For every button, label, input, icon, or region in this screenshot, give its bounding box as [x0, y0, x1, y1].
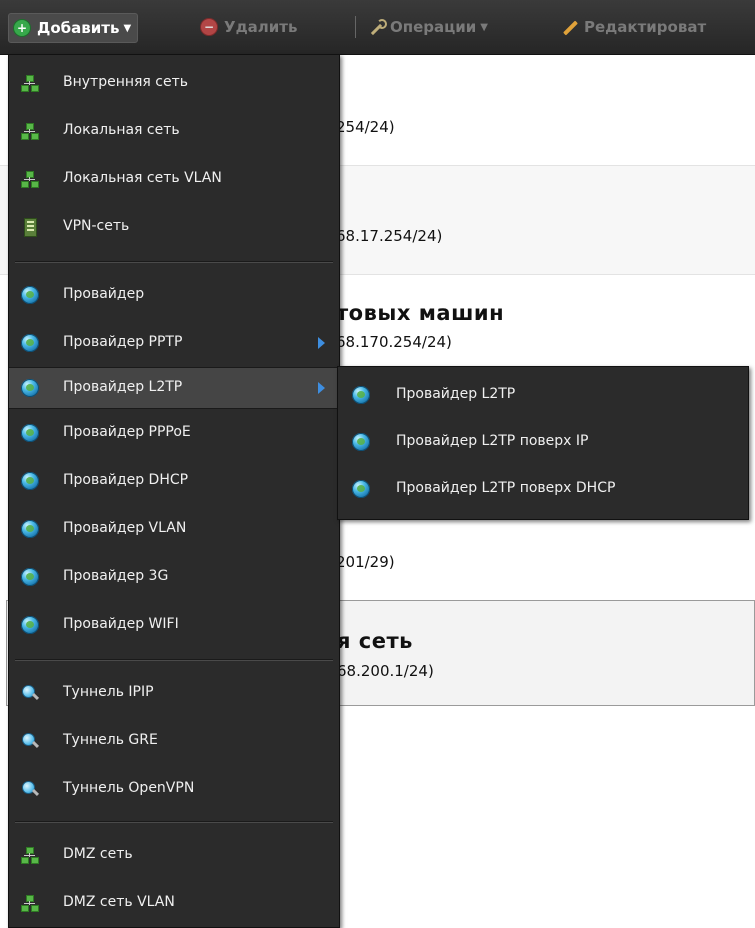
globe-icon — [21, 472, 39, 490]
edit-button[interactable]: Редактироват — [562, 14, 706, 40]
globe-icon — [352, 433, 370, 451]
menu-item-label: Локальная сеть — [63, 122, 180, 138]
tunnel-icon — [21, 780, 40, 798]
menu-item-local-network-vlan[interactable]: Локальная сеть VLAN — [9, 161, 339, 197]
menu-item-provider-pptp[interactable]: Провайдер PPTP — [9, 325, 339, 361]
menu-item-label: Туннель OpenVPN — [63, 780, 195, 796]
wrench-icon — [368, 19, 387, 35]
menu-item-provider-3g[interactable]: Провайдер 3G — [9, 559, 339, 595]
menu-item-dmz-network[interactable]: DMZ сеть — [9, 837, 339, 873]
vpn-icon — [21, 218, 39, 237]
submenu-arrow-icon — [318, 382, 325, 394]
menu-item-label: Провайдер 3G — [63, 568, 169, 584]
add-button[interactable]: + Добавить ▼ — [8, 13, 139, 43]
menu-item-provider-l2tp[interactable]: Провайдер L2TP — [9, 367, 339, 409]
chevron-down-icon: ▼ — [123, 22, 132, 34]
delete-icon: − — [200, 18, 218, 36]
menu-separator — [15, 659, 333, 661]
network-icon — [21, 74, 39, 92]
submenu-item-l2tp-over-dhcp[interactable]: Провайдер L2TP поверх DHCP — [338, 471, 748, 507]
menu-item-label: DMZ сеть VLAN — [63, 894, 175, 910]
network-icon — [21, 846, 39, 864]
globe-icon — [21, 334, 39, 352]
globe-icon — [21, 568, 39, 586]
l2tp-submenu: Провайдер L2TP Провайдер L2TP поверх IP … — [337, 366, 749, 520]
menu-item-label: VPN-сеть — [63, 218, 130, 234]
tunnel-icon — [21, 732, 40, 750]
menu-item-internal-network[interactable]: Внутренняя сеть — [9, 65, 339, 101]
menu-item-label: Провайдер DHCP — [63, 472, 189, 488]
add-button-label: Добавить — [37, 19, 120, 37]
delete-button[interactable]: − Удалить — [200, 14, 297, 40]
network-icon — [21, 894, 39, 912]
chevron-down-icon: ▼ — [480, 21, 488, 33]
submenu-item-l2tp-over-ip[interactable]: Провайдер L2TP поверх IP — [338, 424, 748, 460]
globe-icon — [21, 379, 39, 397]
globe-icon — [21, 286, 39, 304]
menu-item-label: Локальная сеть VLAN — [63, 170, 222, 186]
menu-item-local-network[interactable]: Локальная сеть — [9, 113, 339, 149]
menu-item-provider-dhcp[interactable]: Провайдер DHCP — [9, 463, 339, 499]
toolbar: + Добавить ▼ − Удалить Операции ▼ Редакт… — [0, 0, 755, 55]
submenu-arrow-icon — [318, 337, 325, 349]
network-title: я сеть — [337, 629, 413, 653]
globe-icon — [352, 386, 370, 404]
add-menu: Внутренняя сеть Локальная сеть Локальная… — [8, 54, 340, 928]
menu-separator — [15, 261, 333, 263]
menu-item-label: Внутренняя сеть — [63, 74, 189, 90]
network-address: 254/24) — [336, 118, 395, 136]
menu-item-dmz-network-vlan[interactable]: DMZ сеть VLAN — [9, 885, 339, 921]
menu-item-label: Провайдер VLAN — [63, 520, 187, 536]
network-address: 68.200.1/24) — [337, 662, 434, 680]
operations-button-label: Операции — [390, 18, 477, 36]
menu-item-label: DMZ сеть — [63, 846, 133, 862]
network-address: 68.170.254/24) — [336, 333, 452, 351]
network-icon — [21, 122, 39, 140]
menu-item-label: Туннель IPIP — [63, 684, 154, 700]
menu-item-label: Провайдер WIFI — [63, 616, 179, 632]
network-address: 201/29) — [336, 553, 395, 571]
menu-item-label: Провайдер PPTP — [63, 334, 183, 350]
globe-icon — [21, 616, 39, 634]
network-icon — [21, 170, 39, 188]
menu-item-provider-pppoe[interactable]: Провайдер PPPoE — [9, 415, 339, 451]
menu-item-tunnel-gre[interactable]: Туннель GRE — [9, 723, 339, 759]
menu-item-label: Провайдер L2TP поверх IP — [396, 433, 589, 449]
menu-item-provider-vlan[interactable]: Провайдер VLAN — [9, 511, 339, 547]
menu-item-provider[interactable]: Провайдер — [9, 277, 339, 313]
menu-item-provider-wifi[interactable]: Провайдер WIFI — [9, 607, 339, 643]
network-address: 68.17.254/24) — [336, 227, 443, 245]
operations-button[interactable]: Операции ▼ — [368, 14, 488, 40]
menu-item-label: Туннель GRE — [63, 732, 158, 748]
menu-item-vpn-network[interactable]: VPN-сеть — [9, 209, 339, 245]
menu-item-label: Провайдер L2TP — [396, 386, 516, 402]
menu-separator — [15, 821, 333, 823]
delete-button-label: Удалить — [224, 18, 298, 36]
toolbar-divider — [355, 16, 356, 38]
tunnel-icon — [21, 684, 40, 702]
network-title: товых машин — [336, 301, 505, 325]
globe-icon — [21, 424, 39, 442]
menu-item-tunnel-ipip[interactable]: Туннель IPIP — [9, 675, 339, 711]
add-icon: + — [13, 19, 31, 37]
menu-item-label: Провайдер — [63, 286, 145, 302]
menu-item-label: Провайдер L2TP — [63, 379, 183, 395]
edit-button-label: Редактироват — [584, 18, 707, 36]
submenu-item-l2tp[interactable]: Провайдер L2TP — [338, 377, 748, 413]
menu-item-tunnel-openvpn[interactable]: Туннель OpenVPN — [9, 771, 339, 807]
globe-icon — [21, 520, 39, 538]
menu-item-label: Провайдер PPPoE — [63, 424, 191, 440]
pencil-icon — [562, 19, 578, 35]
menu-item-label: Провайдер L2TP поверх DHCP — [396, 480, 616, 496]
globe-icon — [352, 480, 370, 498]
